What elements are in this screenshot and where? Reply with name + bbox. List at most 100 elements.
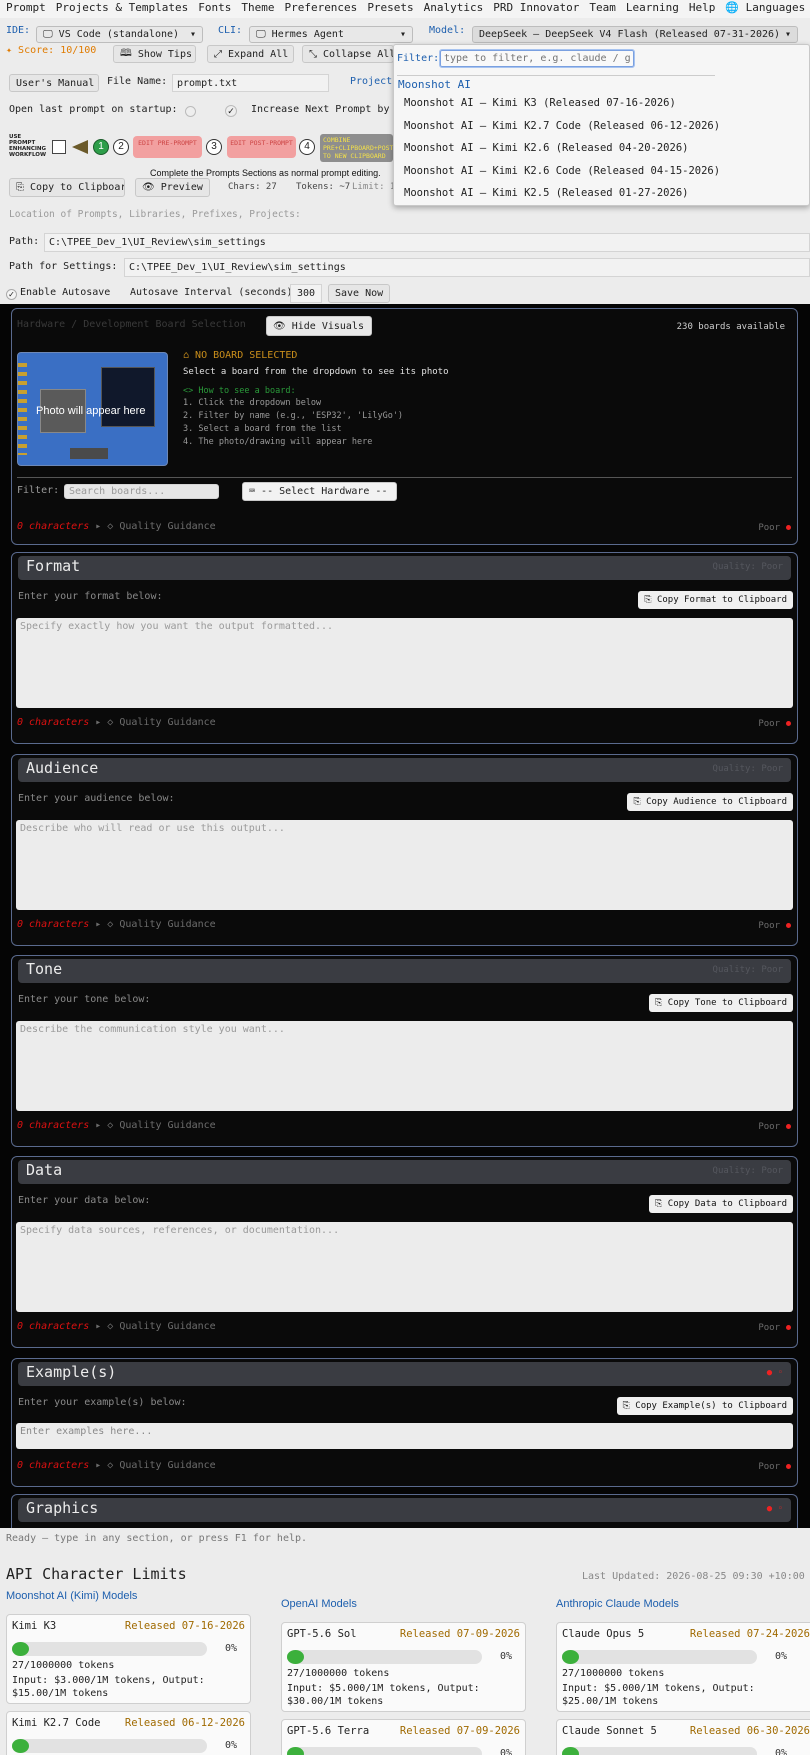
dropdown-option[interactable]: Moonshot AI — Kimi K2.6 (Released 04-20-…	[404, 142, 688, 154]
score-label: ✦ Score: 10/100	[6, 45, 97, 56]
status-dot-icon	[786, 923, 791, 928]
section-char-count: 0 characters ▸ ◇ Quality Guidance	[17, 919, 216, 930]
usage-bar	[12, 1642, 207, 1656]
model-name: Claude Sonnet 5	[562, 1725, 657, 1737]
audience-textarea[interactable]: Describe who will read or use this outpu…	[16, 820, 793, 910]
dropdown-filter-input[interactable]	[439, 49, 635, 68]
menu-fonts[interactable]: Fonts	[198, 1, 231, 17]
section-title[interactable]: Data Quality: Poor	[18, 1160, 791, 1184]
menu-prd[interactable]: PRD Innovator	[493, 1, 579, 17]
menu-languages[interactable]: 🌐 Languages	[725, 1, 805, 17]
expand-all-button[interactable]: ⤢ Expand All	[207, 45, 294, 63]
status-bar: Ready — type in any section, or press F1…	[6, 1533, 308, 1544]
autosave-interval-input[interactable]: 300	[290, 284, 322, 303]
menu-help[interactable]: Help	[689, 1, 716, 17]
quality-dots: ● ◦	[766, 1368, 783, 1378]
tag-icon: ⌂	[183, 350, 196, 361]
copy-audience-button[interactable]: ⎘ Copy Audience to Clipboard	[627, 793, 793, 811]
status-dot-icon	[786, 1464, 791, 1469]
usage-bar	[287, 1650, 482, 1664]
model-select[interactable]: DeepSeek — DeepSeek V4 Flash (Released 0…	[472, 26, 798, 43]
menu-analytics[interactable]: Analytics	[424, 1, 484, 17]
clipboard-icon: ⎘	[655, 998, 668, 1008]
copy-format-button[interactable]: ⎘ Copy Format to Clipboard	[638, 591, 793, 609]
step-1-badge[interactable]: 1	[93, 139, 109, 155]
section-enter-label: Enter your audience below:	[18, 793, 175, 804]
eye-icon: 👁	[142, 182, 161, 193]
model-card: Claude Sonnet 5 Released 06-30-2026 0%	[556, 1719, 810, 1755]
section-title[interactable]: Tone Quality: Poor	[18, 959, 791, 983]
section-title[interactable]: Audience Quality: Poor	[18, 758, 791, 782]
examples-panel: Example(s) ● ◦ Enter your example(s) belo…	[11, 1358, 798, 1487]
model-name: GPT-5.6 Sol	[287, 1628, 357, 1640]
step-3-badge[interactable]: 3	[206, 139, 222, 155]
project-label: Project	[350, 76, 393, 87]
howto-title: <> How to see a board:	[183, 386, 296, 396]
section-quality-poor: Poor	[758, 1122, 791, 1132]
autosave-enable-label: Enable Autosave	[20, 287, 111, 298]
section-title[interactable]: Graphics ● ◦	[18, 1498, 791, 1522]
section-title[interactable]: Example(s) ● ◦	[18, 1362, 791, 1386]
menu-preferences[interactable]: Preferences	[284, 1, 357, 17]
menu-projects[interactable]: Projects & Templates	[56, 1, 188, 17]
file-name-label: File Name:	[107, 76, 168, 87]
menu-prompt[interactable]: Prompt	[6, 1, 46, 17]
dropdown-option[interactable]: Moonshot AI — Kimi K2.7 Code (Released 0…	[404, 120, 720, 132]
autosave-checkbox[interactable]: ✓	[6, 289, 17, 300]
users-manual-button[interactable]: User's Manual	[9, 74, 99, 92]
edit-pre-prompt-button[interactable]: EDIT PRE-PROMPT	[133, 136, 202, 158]
usage-indicator-icon	[12, 1642, 29, 1656]
board-filter-label: Filter:	[17, 485, 60, 496]
eye-icon: 👁	[273, 320, 292, 332]
clipboard-icon: ⎘	[622, 1401, 636, 1411]
clipboard-icon: ⎘	[644, 595, 657, 605]
format-panel: Format Quality: Poor Enter your format be…	[11, 552, 798, 744]
copy-to-clipboard-button[interactable]: ⎘ Copy to Clipboard	[9, 178, 125, 197]
release-date: Released 07-09-2026	[399, 1628, 520, 1640]
monitor-icon: 🖵	[43, 29, 59, 40]
edit-post-prompt-button[interactable]: EDIT POST-PROMPT	[227, 136, 296, 158]
dropdown-option[interactable]: Moonshot AI — Kimi K2.5 (Released 01-27-…	[404, 187, 688, 199]
ide-select[interactable]: 🖵 VS Code (standalone) ▾	[36, 26, 203, 43]
menu-theme[interactable]: Theme	[241, 1, 274, 17]
model-card: GPT-5.6 Sol Released 07-09-2026 0% 27/100…	[281, 1622, 526, 1712]
collapse-all-button[interactable]: ⤡ Collapse All	[302, 45, 394, 63]
dropdown-option[interactable]: Moonshot AI — Kimi K3 (Released 07-16-20…	[404, 97, 676, 109]
path-input[interactable]: C:\TPEE_Dev_1\UI_Review\sim_settings	[44, 233, 810, 252]
model-card: GPT-5.6 Terra Released 07-09-2026 0%	[281, 1719, 526, 1755]
menu-learning[interactable]: Learning	[626, 1, 679, 17]
menu-team[interactable]: Team	[589, 1, 616, 17]
limits-title: API Character Limits	[6, 1565, 187, 1583]
terminal-icon: 🖵	[256, 29, 272, 40]
file-name-input[interactable]: prompt.txt	[172, 74, 329, 92]
show-tips-button[interactable]: 🕮 Show Tips	[113, 45, 196, 63]
howto-step: 1. Click the dropdown below	[183, 398, 322, 408]
copy-examples-button[interactable]: ⎘ Copy Example(s) to Clipboard	[616, 1397, 793, 1415]
hide-visuals-button[interactable]: 👁 Hide Visuals	[266, 316, 372, 336]
combine-button[interactable]: COMBINE PRE+CLIPBOARD+POST TO NEW CLIPBO…	[320, 134, 393, 162]
usage-percent: 0%	[775, 1651, 788, 1662]
section-enter-label: Enter your tone below:	[18, 994, 151, 1005]
data-textarea[interactable]: Specify data sources, references, or doc…	[16, 1222, 793, 1312]
tone-textarea[interactable]: Describe the communication style you wan…	[16, 1021, 793, 1111]
open-last-toggle[interactable]	[185, 106, 196, 117]
step-2-badge[interactable]: 2	[113, 139, 129, 155]
copy-tone-button[interactable]: ⎘ Copy Tone to Clipboard	[649, 994, 793, 1012]
board-search-input[interactable]: Search boards...	[64, 484, 219, 499]
copy-data-button[interactable]: ⎘ Copy Data to Clipboard	[649, 1195, 793, 1213]
section-title[interactable]: Format Quality: Poor	[18, 556, 791, 580]
model-name: Kimi K2.7 Code	[12, 1717, 101, 1729]
preview-button[interactable]: 👁 Preview	[135, 178, 210, 197]
save-now-button[interactable]: Save Now	[328, 284, 390, 303]
token-count: 27/1000000 tokens	[12, 1660, 115, 1671]
menu-presets[interactable]: Presets	[367, 1, 413, 17]
format-textarea[interactable]: Specify exactly how you want the output …	[16, 618, 793, 708]
increase-next-checkbox[interactable]: ✓	[225, 105, 237, 117]
examples-input[interactable]: Enter examples here...	[16, 1423, 793, 1449]
cli-select[interactable]: 🖵 Hermes Agent ▾	[249, 26, 413, 43]
settings-path-input[interactable]: C:\TPEE_Dev_1\UI_Review\sim_settings	[124, 258, 810, 277]
select-hardware-dropdown[interactable]: ⌨ -- Select Hardware --	[242, 482, 397, 501]
dropdown-option[interactable]: Moonshot AI — Kimi K2.6 Code (Released 0…	[404, 165, 720, 177]
workflow-checkbox[interactable]	[52, 140, 66, 154]
step-4-badge[interactable]: 4	[299, 139, 315, 155]
